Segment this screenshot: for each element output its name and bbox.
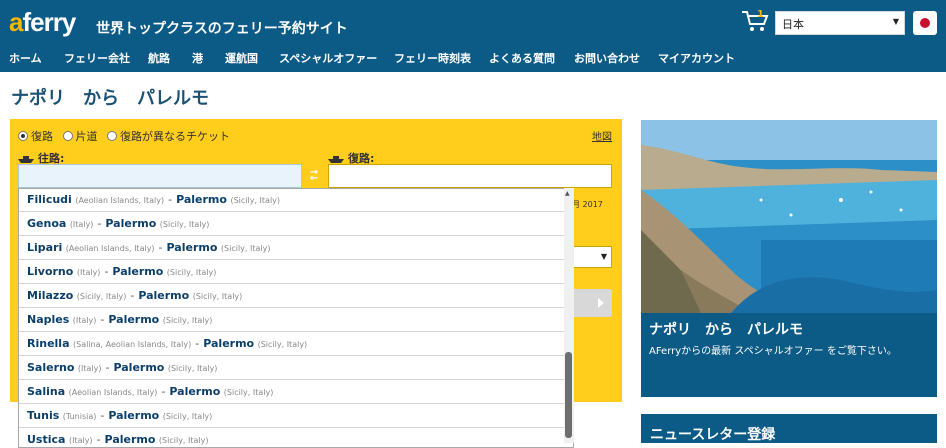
- nav-item-ports[interactable]: 港: [192, 50, 203, 66]
- trip-type-open-jaw-option[interactable]: 復路が異なるチケット: [107, 128, 230, 144]
- trip-type-label: 復路: [31, 130, 53, 143]
- page-title: ナポリ から パレルモ: [11, 88, 209, 109]
- promo-title[interactable]: ナポリ から パレルモ: [649, 319, 803, 339]
- ferry-icon: [328, 156, 344, 163]
- chevron-down-icon: ▼: [892, 17, 899, 26]
- trip-type-label: 片道: [75, 130, 98, 143]
- trip-type-oneway-option[interactable]: 片道: [62, 128, 98, 144]
- trip-type-label: 復路が異なるチケット: [120, 130, 230, 143]
- route-option[interactable]: Salerno (Italy) - Palermo (Sicily, Italy): [19, 357, 565, 380]
- radio-icon: [62, 131, 73, 141]
- swap-direction-icon[interactable]: → ←: [305, 168, 323, 184]
- japan-flag-icon[interactable]: [913, 11, 937, 35]
- dropdown-scroll-thumb[interactable]: [565, 352, 572, 438]
- radio-icon: [107, 131, 117, 141]
- site-tagline: 世界トップクラスのフェリー予約サイト: [96, 21, 348, 37]
- promo-subtitle: AFerryからの最新 スペシャルオファー をご覧下さい。: [649, 346, 897, 357]
- newsletter-title: ニュースレター登録: [650, 427, 776, 443]
- route-option[interactable]: Filicudi (Aeolian Islands, Italy) - Palerm…: [19, 189, 565, 212]
- route-option[interactable]: Tunis (Tunisia) - Palermo (Sicily, Italy): [19, 405, 565, 428]
- chevron-down-icon: ▼: [600, 252, 607, 261]
- nav-item-ferry-companies[interactable]: フェリー会社: [64, 50, 130, 66]
- nav-item-special-offers[interactable]: スペシャルオファー: [279, 50, 377, 66]
- outbound-date-text[interactable]: 月 2017: [572, 199, 603, 210]
- nav-item-contact[interactable]: お問い合わせ: [574, 50, 640, 66]
- route-option[interactable]: Rinella (Salina, Aeolian Islands, Italy)…: [19, 333, 565, 356]
- return-route-input[interactable]: [328, 164, 612, 188]
- route-option[interactable]: Genoa (Italy) - Palermo (Sicily, Italy): [19, 213, 565, 236]
- route-option[interactable]: Ustica (Italy) - Palermo (Sicily, Italy): [19, 429, 565, 447]
- shopping-cart-icon[interactable]: [740, 8, 770, 34]
- map-link[interactable]: 地図: [592, 128, 612, 143]
- nav-item-routes[interactable]: 航路: [148, 50, 170, 66]
- trip-type-return-option[interactable]: 復路: [18, 128, 53, 144]
- aferry-logo[interactable]: aferry: [9, 7, 76, 38]
- radio-selected-icon: [18, 131, 28, 141]
- route-option[interactable]: Lipari (Aeolian Islands, Italy) - Palermo …: [19, 237, 565, 260]
- route-option[interactable]: Naples (Italy) - Palermo (Sicily, Italy): [19, 309, 565, 332]
- ferry-icon: [18, 156, 34, 163]
- route-autocomplete-list: Filicudi (Aeolian Islands, Italy) - Palerm…: [18, 188, 574, 448]
- route-option[interactable]: Milazzo (Sicily, Italy) - Palermo (Sicily,…: [19, 285, 565, 308]
- search-button[interactable]: [572, 289, 612, 317]
- nav-item-countries[interactable]: 運航国: [225, 50, 258, 66]
- route-option[interactable]: Livorno (Italy) - Palermo (Sicily, Italy): [19, 261, 565, 284]
- language-select-value: 日本: [782, 18, 804, 31]
- route-option[interactable]: Salina (Aeolian Islands, Italy) - Palermo …: [19, 381, 565, 404]
- arrow-right-icon: [598, 298, 604, 308]
- language-select[interactable]: 日本 ▼: [775, 11, 905, 35]
- cart-count-badge: 1: [757, 9, 764, 20]
- flag-sun-dot: [920, 18, 930, 28]
- scroll-up-icon[interactable]: ▲: [565, 190, 570, 197]
- main-nav: ホーム フェリー会社 航路 港 運航国 スペシャルオファー フェリー時刻表 よく…: [0, 48, 946, 68]
- promo-photo-coast: [641, 120, 937, 313]
- nav-item-timetables[interactable]: フェリー時刻表: [394, 50, 471, 66]
- trip-type-options: 復路 片道 復路が異なるチケット: [18, 128, 236, 144]
- nav-item-my-account[interactable]: マイアカウント: [658, 50, 735, 66]
- nav-item-faq[interactable]: よくある質問: [489, 50, 555, 66]
- nav-item-home[interactable]: ホーム: [9, 50, 42, 66]
- outbound-route-input[interactable]: [18, 164, 302, 188]
